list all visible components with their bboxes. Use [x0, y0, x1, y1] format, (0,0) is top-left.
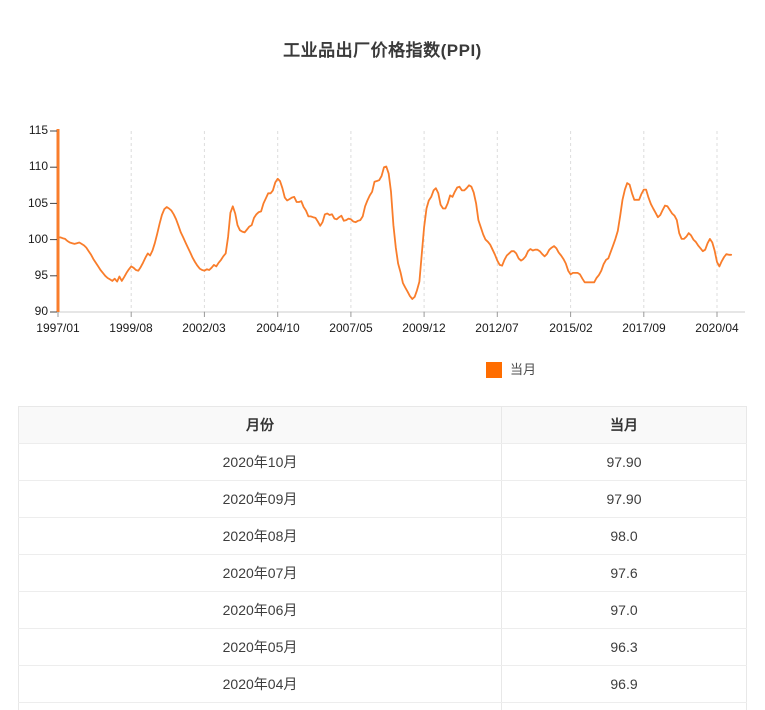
y-axis-label: 105 — [0, 196, 48, 210]
legend-label: 当月 — [510, 362, 536, 378]
cell-value — [502, 703, 747, 710]
cell-month: 2020年06月 — [19, 592, 502, 629]
cell-month: 2020年08月 — [19, 518, 502, 555]
legend-item-dangyue[interactable]: 当月 — [486, 361, 536, 379]
y-axis-label: 90 — [0, 304, 48, 318]
x-axis-label: 2002/03 — [164, 321, 244, 335]
ppi-data-table: 月份 当月 2020年10月 97.90 2020年09月 97.90 2020… — [18, 406, 747, 710]
cell-month: 2020年07月 — [19, 555, 502, 592]
table-row: 2020年09月 97.90 — [19, 481, 747, 518]
table-row: 2020年08月 98.0 — [19, 518, 747, 555]
x-axis-label: 2009/12 — [384, 321, 464, 335]
series-line-dangyue — [58, 167, 731, 300]
x-axis-label: 1997/01 — [18, 321, 98, 335]
legend-swatch-icon — [486, 362, 502, 378]
ppi-page: 工业品出厂价格指数(PPI) 115 110 105 100 95 90 199… — [0, 0, 765, 710]
axis-ticks — [50, 131, 717, 317]
cell-month: 2020年04月 — [19, 666, 502, 703]
cell-month — [19, 703, 502, 710]
table-row: 2020年04月 96.9 — [19, 666, 747, 703]
table-row-partial — [19, 703, 747, 710]
cell-value: 96.9 — [502, 666, 747, 703]
column-header-value: 当月 — [502, 407, 747, 444]
y-axis-label: 100 — [0, 232, 48, 246]
cell-value: 97.90 — [502, 444, 747, 481]
x-axis-label: 1999/08 — [91, 321, 171, 335]
cell-value: 97.0 — [502, 592, 747, 629]
cell-month: 2020年10月 — [19, 444, 502, 481]
x-axis-label: 2012/07 — [457, 321, 537, 335]
cell-month: 2020年09月 — [19, 481, 502, 518]
cell-value: 96.3 — [502, 629, 747, 666]
cell-value: 97.6 — [502, 555, 747, 592]
column-header-month: 月份 — [19, 407, 502, 444]
table-header-row: 月份 当月 — [19, 407, 747, 444]
y-axis-label: 115 — [0, 123, 48, 137]
cell-value: 97.90 — [502, 481, 747, 518]
x-axis-label: 2020/04 — [677, 321, 757, 335]
x-axis-label: 2007/05 — [311, 321, 391, 335]
chart-canvas — [0, 0, 765, 400]
x-axis-label: 2015/02 — [531, 321, 611, 335]
table-row: 2020年05月 96.3 — [19, 629, 747, 666]
y-axis-label: 95 — [0, 268, 48, 282]
cell-month: 2020年05月 — [19, 629, 502, 666]
cell-value: 98.0 — [502, 518, 747, 555]
table-row: 2020年06月 97.0 — [19, 592, 747, 629]
table-row: 2020年10月 97.90 — [19, 444, 747, 481]
x-axis-label: 2004/10 — [238, 321, 318, 335]
x-axis-label: 2017/09 — [604, 321, 684, 335]
y-axis-label: 110 — [0, 159, 48, 173]
table-row: 2020年07月 97.6 — [19, 555, 747, 592]
